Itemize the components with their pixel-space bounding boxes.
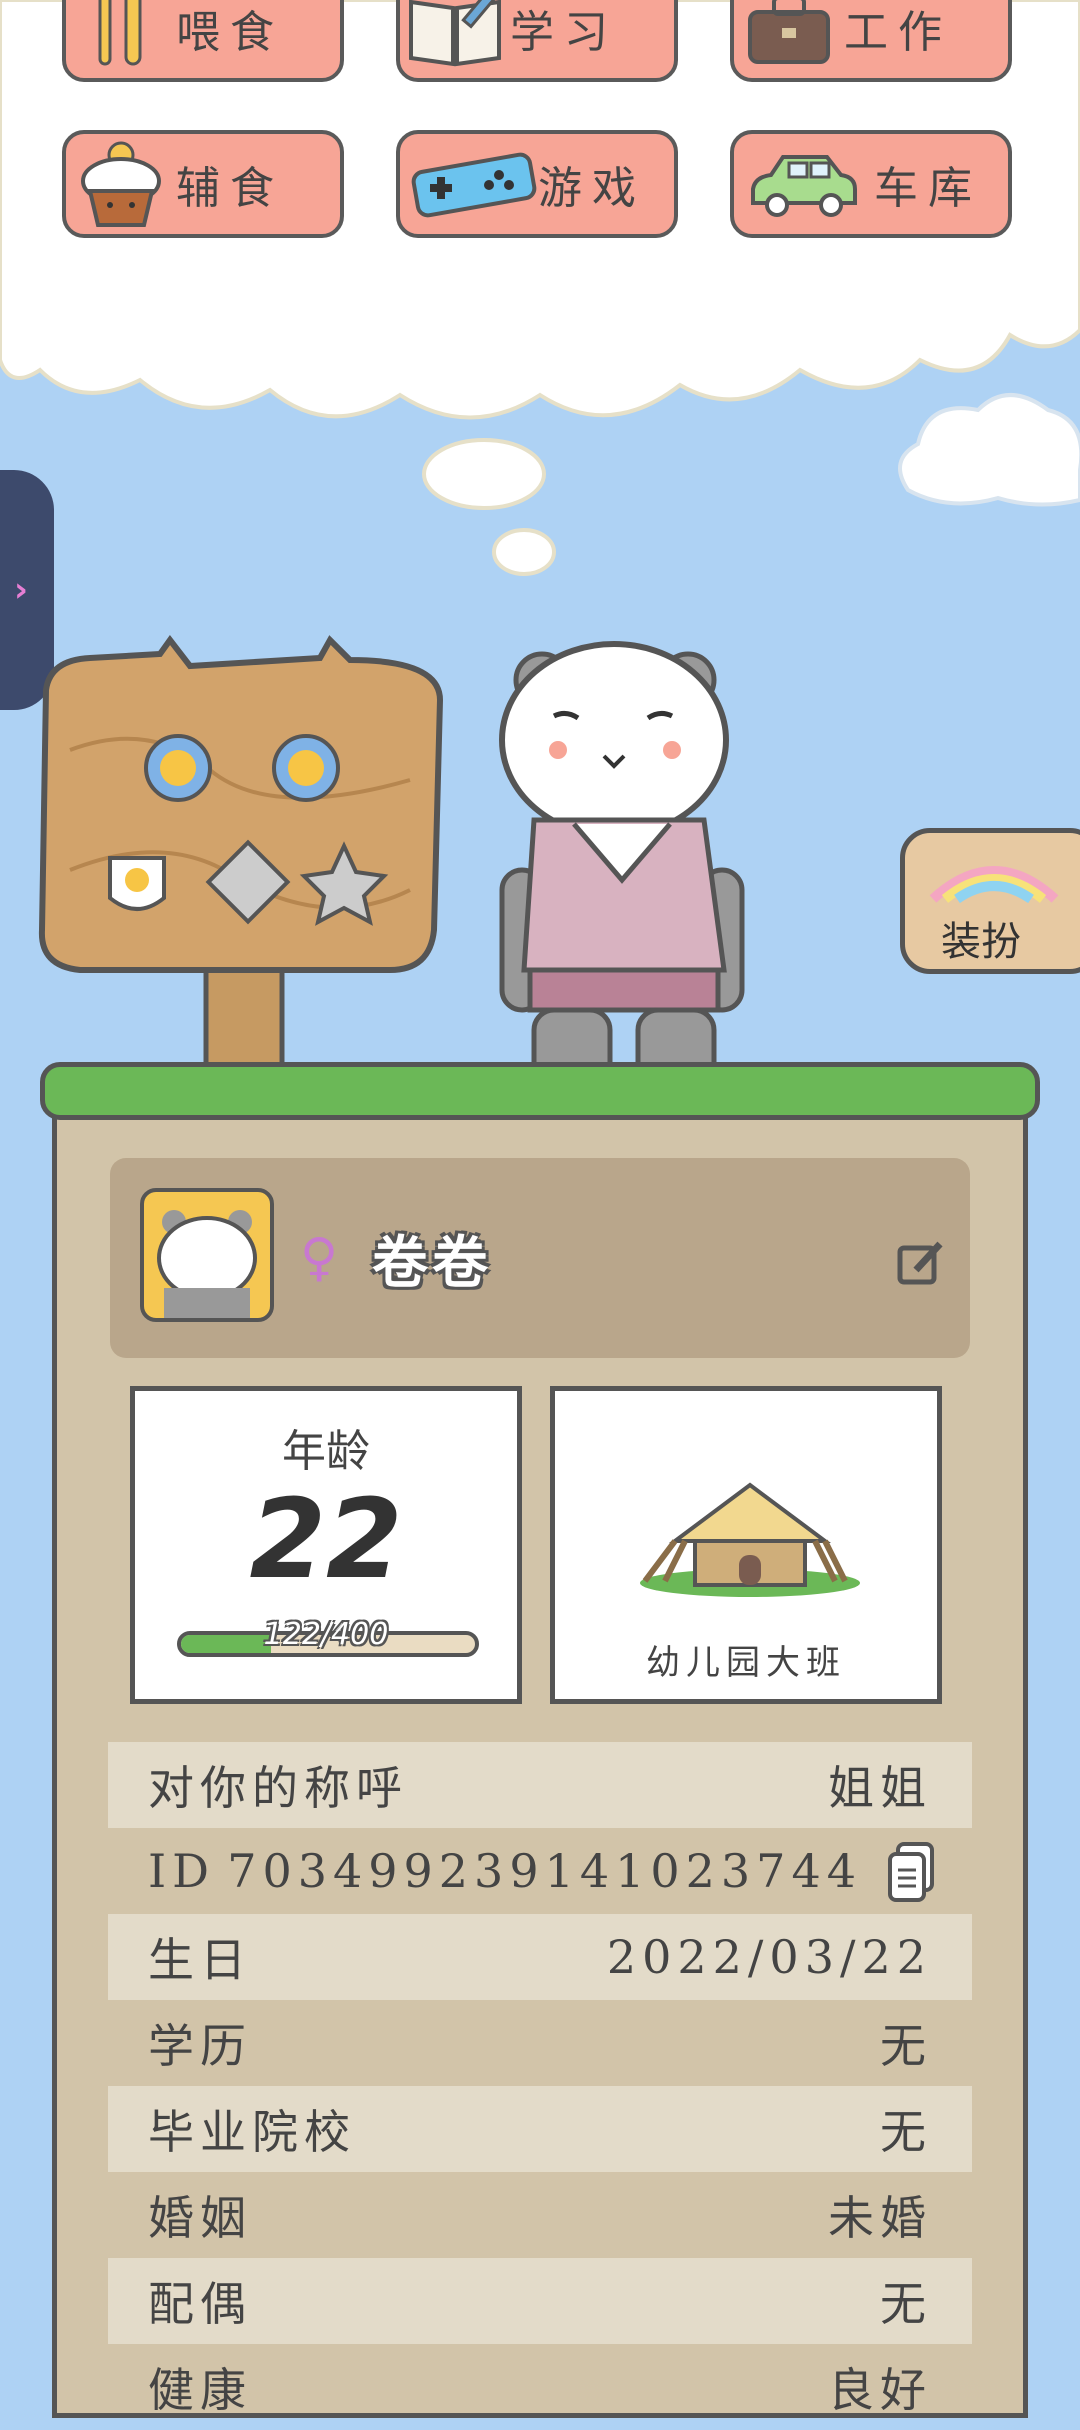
study-label: 学习 <box>510 7 618 58</box>
avatar[interactable] <box>140 1188 274 1322</box>
marriage-key: 婚姻 <box>148 2191 252 2245</box>
feed-button[interactable]: 喂食 <box>62 0 344 82</box>
info-row-education: 学历 无 <box>108 2000 972 2086</box>
info-row-health: 健康 良好 <box>108 2344 972 2430</box>
health-key: 健康 <box>148 2363 252 2417</box>
work-label: 工作 <box>844 7 952 58</box>
badge-icon <box>272 734 340 802</box>
info-row-address: 对你的称呼 姐姐 <box>108 1742 972 1828</box>
cupcake-icon <box>66 134 176 234</box>
id-key: ID <box>148 1844 216 1898</box>
briefcase-icon <box>734 0 844 78</box>
rainbow-icon <box>929 866 1059 903</box>
snack-button[interactable]: 辅食 <box>62 130 344 238</box>
school-key: 毕业院校 <box>148 2105 356 2159</box>
chevron-right-icon: › <box>14 570 29 610</box>
thought-bubble <box>422 438 546 510</box>
school-value: 无 <box>880 2105 932 2159</box>
info-row-school: 毕业院校 无 <box>108 2086 972 2172</box>
sky-cloud <box>898 393 1080 507</box>
car-icon <box>734 134 874 234</box>
spouse-value: 无 <box>880 2277 932 2331</box>
thought-bubble-small <box>492 528 556 576</box>
snack-label: 辅食 <box>176 163 284 214</box>
work-button[interactable]: 工作 <box>730 0 1012 82</box>
age-value: 22 <box>249 1475 403 1603</box>
dress-up-button[interactable]: 装扮 <box>900 828 1080 974</box>
marriage-value: 未婚 <box>828 2191 932 2245</box>
education-key: 学历 <box>148 2019 252 2073</box>
badge-icon <box>144 734 212 802</box>
study-button[interactable]: 学习 <box>396 0 678 82</box>
info-row-spouse: 配偶 无 <box>108 2258 972 2344</box>
badge-signboard[interactable] <box>30 630 460 1070</box>
info-row-birthday: 生日 2022/03/22 <box>108 1914 972 2000</box>
garage-button[interactable]: 车库 <box>730 130 1012 238</box>
address-value: 姐姐 <box>828 1761 932 1815</box>
badge-icon <box>108 856 166 911</box>
profile-header: ♀ 卷卷 <box>110 1158 970 1358</box>
info-row-id: ID 7034992391410237​44 <box>108 1828 972 1914</box>
fork-knife-icon <box>66 0 176 78</box>
feed-label: 喂食 <box>176 7 284 58</box>
female-gender-icon: ♀ <box>300 1228 339 1288</box>
hut-icon <box>640 1482 860 1597</box>
book-icon <box>400 0 510 78</box>
health-value: 良好 <box>828 2363 932 2417</box>
education-value: 无 <box>880 2019 932 2073</box>
age-progress-text: 122/400 <box>263 1617 389 1652</box>
address-key: 对你的称呼 <box>148 1761 408 1815</box>
school-card[interactable]: 幼儿园大班 <box>550 1386 942 1704</box>
birthday-value: 2022/03/22 <box>606 1930 932 1984</box>
spouse-key: 配偶 <box>148 2277 252 2331</box>
age-title: 年龄 <box>282 1426 370 1477</box>
pet-name: 卷卷 <box>372 1230 492 1296</box>
grass-ledge <box>40 1062 1040 1120</box>
dress-up-label: 装扮 <box>941 919 1021 965</box>
copy-icon[interactable] <box>886 1842 936 1904</box>
id-value: 7034992391410237​44 <box>227 1844 862 1898</box>
school-label: 幼儿园大班 <box>646 1643 846 1683</box>
info-row-marriage: 婚姻 未婚 <box>108 2172 972 2258</box>
game-label: 游戏 <box>538 163 646 214</box>
edit-icon[interactable] <box>896 1238 946 1288</box>
birthday-key: 生日 <box>148 1933 252 1987</box>
age-card: 年龄 22 122/400 <box>130 1386 522 1704</box>
garage-label: 车库 <box>874 163 982 214</box>
game-button[interactable]: 游戏 <box>396 130 678 238</box>
gamepad-icon <box>400 134 548 234</box>
pet-character[interactable] <box>474 640 784 1100</box>
